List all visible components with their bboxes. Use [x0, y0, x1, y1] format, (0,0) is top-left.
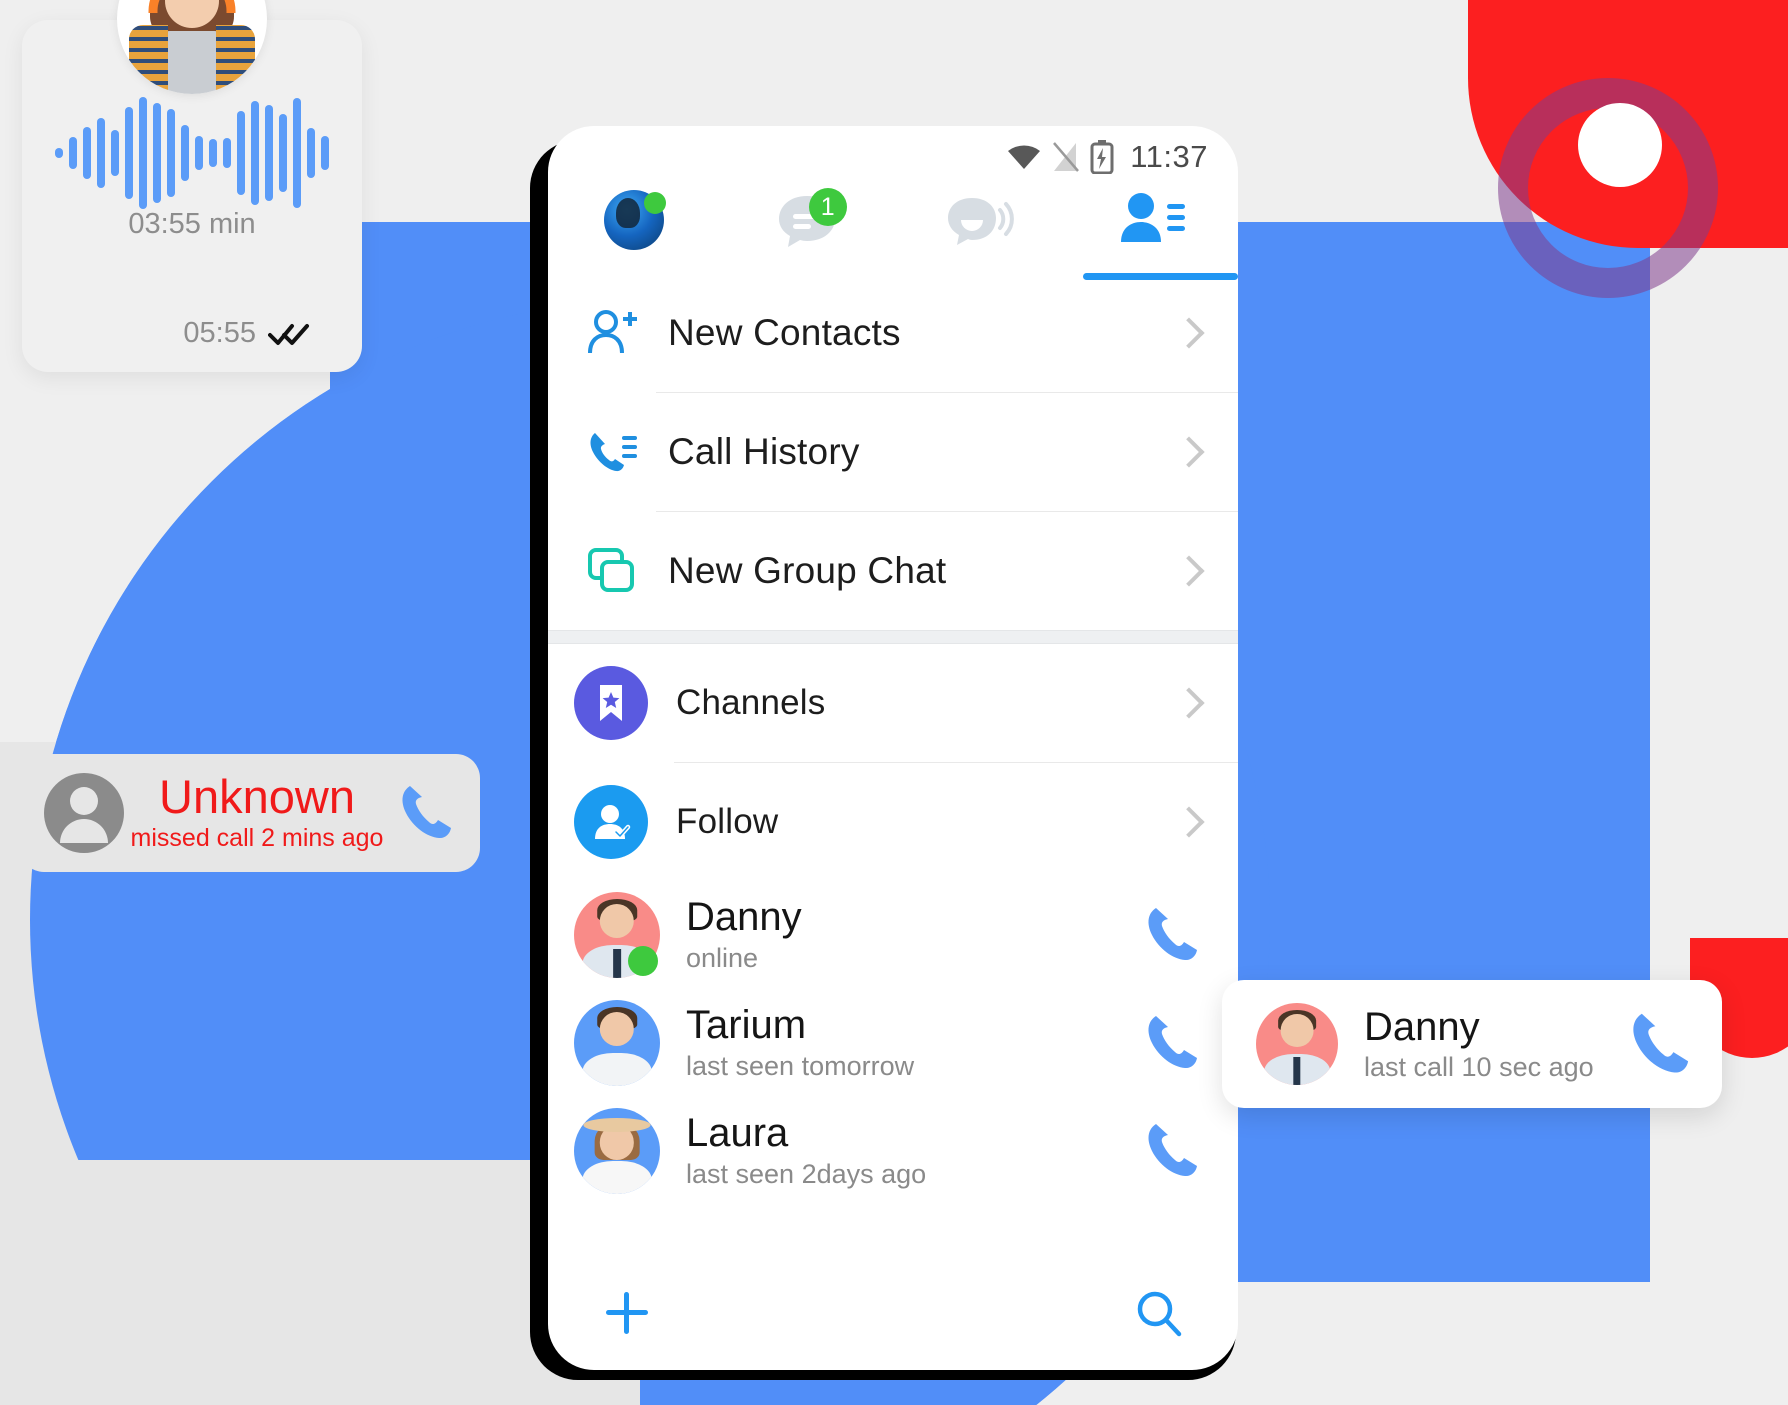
contact-row-laura[interactable]: Laura last seen 2days ago — [548, 1097, 1238, 1205]
waveform-bar — [139, 97, 147, 209]
last-call-card[interactable]: Danny last call 10 sec ago — [1222, 980, 1722, 1108]
wifi-icon — [1008, 145, 1041, 169]
person-check-icon — [574, 785, 648, 859]
menu-item-follow[interactable]: Follow — [548, 763, 1238, 881]
phone-mockup: 11:37 1 New Contacts Call History New Gr… — [548, 126, 1238, 1370]
chevron-right-icon — [1173, 806, 1205, 838]
last-call-name: Danny — [1364, 1004, 1480, 1049]
profile-avatar-icon — [604, 190, 667, 250]
battery-charging-icon — [1090, 140, 1114, 174]
group-chat-icon — [584, 547, 640, 595]
voice-bubble-icon — [948, 198, 1015, 245]
tab-voice[interactable] — [893, 184, 1066, 280]
poster-canvas: 11:37 1 New Contacts Call History New Gr… — [0, 0, 1788, 1405]
call-icon[interactable] — [396, 780, 458, 847]
avatar — [1256, 1003, 1338, 1085]
search-icon[interactable] — [1134, 1288, 1184, 1343]
tab-profile[interactable] — [548, 184, 721, 280]
waveform-bar — [209, 139, 217, 167]
missed-call-card[interactable]: Unknown missed call 2 mins ago — [20, 754, 480, 872]
contact-row-danny[interactable]: Danny online — [548, 881, 1238, 989]
voice-message-meta: 05:55 — [183, 317, 310, 350]
avatar — [574, 1000, 660, 1086]
contact-name: Tarium — [686, 1003, 807, 1047]
menu-item-call-history[interactable]: Call History — [548, 393, 1238, 511]
menu-item-channels[interactable]: Channels — [548, 644, 1238, 762]
waveform-bar — [251, 101, 259, 205]
menu-item-label: New Group Chat — [668, 550, 947, 591]
bookmark-star-icon — [574, 666, 648, 740]
waveform-bar — [167, 109, 175, 197]
last-call-status: last call 10 sec ago — [1364, 1051, 1594, 1082]
contacts-list: Danny online Tarium last seen tomorrow L… — [548, 881, 1238, 1205]
online-status-dot — [628, 946, 658, 976]
avatar — [574, 1108, 660, 1194]
waveform-bar — [69, 137, 77, 169]
waveform-bar — [237, 111, 245, 195]
waveform-bar — [321, 136, 329, 170]
waveform-bar — [153, 103, 161, 203]
signal-off-icon — [1053, 142, 1080, 172]
missed-call-status: missed call 2 mins ago — [130, 824, 384, 852]
menu-item-label: Call History — [668, 431, 860, 472]
call-icon[interactable] — [1142, 1010, 1204, 1077]
secondary-menu: Channels Follow — [548, 644, 1238, 881]
section-separator — [548, 630, 1238, 644]
message-time: 05:55 — [183, 317, 256, 349]
contact-status: online — [686, 943, 759, 973]
status-time: 11:37 — [1130, 139, 1208, 174]
contact-name: Laura — [686, 1111, 789, 1155]
call-history-icon — [584, 428, 640, 476]
audio-waveform[interactable] — [55, 97, 329, 209]
call-icon[interactable] — [1626, 1007, 1696, 1082]
contact-name: Danny — [686, 895, 802, 939]
menu-item-new-contacts[interactable]: New Contacts — [548, 274, 1238, 392]
tab-chats[interactable]: 1 — [721, 184, 894, 280]
chevron-right-icon — [1173, 555, 1205, 587]
tab-contacts[interactable] — [1066, 184, 1238, 280]
waveform-bar — [293, 98, 301, 208]
voice-sender-avatar — [117, 0, 267, 94]
decoration-white-dot — [1578, 103, 1662, 187]
waveform-bar — [111, 130, 119, 176]
contact-row-tarium[interactable]: Tarium last seen tomorrow — [548, 989, 1238, 1097]
voice-message-card: 03:55 min 05:55 — [22, 0, 362, 372]
unknown-avatar — [44, 773, 124, 853]
contacts-icon — [1120, 193, 1185, 242]
waveform-bar — [279, 114, 287, 192]
menu-item-label: New Contacts — [668, 312, 901, 353]
online-dot — [644, 192, 667, 214]
waveform-bar — [83, 127, 91, 179]
menu-item-label: Follow — [676, 802, 779, 841]
phone-bottom-bar — [548, 1260, 1238, 1370]
add-contact-icon — [584, 309, 640, 357]
call-icon[interactable] — [1142, 1118, 1204, 1185]
waveform-bar — [307, 128, 315, 178]
chevron-right-icon — [1173, 317, 1205, 349]
waveform-bar — [125, 107, 133, 199]
waveform-bar — [223, 138, 231, 168]
contact-status: last seen 2days ago — [686, 1159, 927, 1189]
menu-item-new-group-chat[interactable]: New Group Chat — [548, 512, 1238, 630]
waveform-bar — [181, 125, 189, 181]
chevron-right-icon — [1173, 436, 1205, 468]
double-check-icon — [268, 323, 309, 345]
status-bar: 11:37 — [548, 126, 1238, 178]
waveform-bar — [97, 118, 105, 188]
voice-duration: 03:55 min — [128, 208, 256, 240]
primary-menu: New Contacts Call History New Group Chat — [548, 274, 1238, 630]
tab-bar: 1 — [548, 178, 1238, 280]
waveform-bar — [195, 136, 203, 170]
call-icon[interactable] — [1142, 902, 1204, 969]
missed-call-name: Unknown — [159, 770, 355, 823]
contact-status: last seen tomorrow — [686, 1051, 915, 1081]
chats-unread-badge: 1 — [808, 188, 847, 226]
waveform-bar — [265, 105, 273, 201]
waveform-bar — [55, 148, 63, 158]
plus-icon[interactable] — [602, 1288, 652, 1343]
menu-item-label: Channels — [676, 683, 826, 722]
chevron-right-icon — [1173, 687, 1205, 719]
